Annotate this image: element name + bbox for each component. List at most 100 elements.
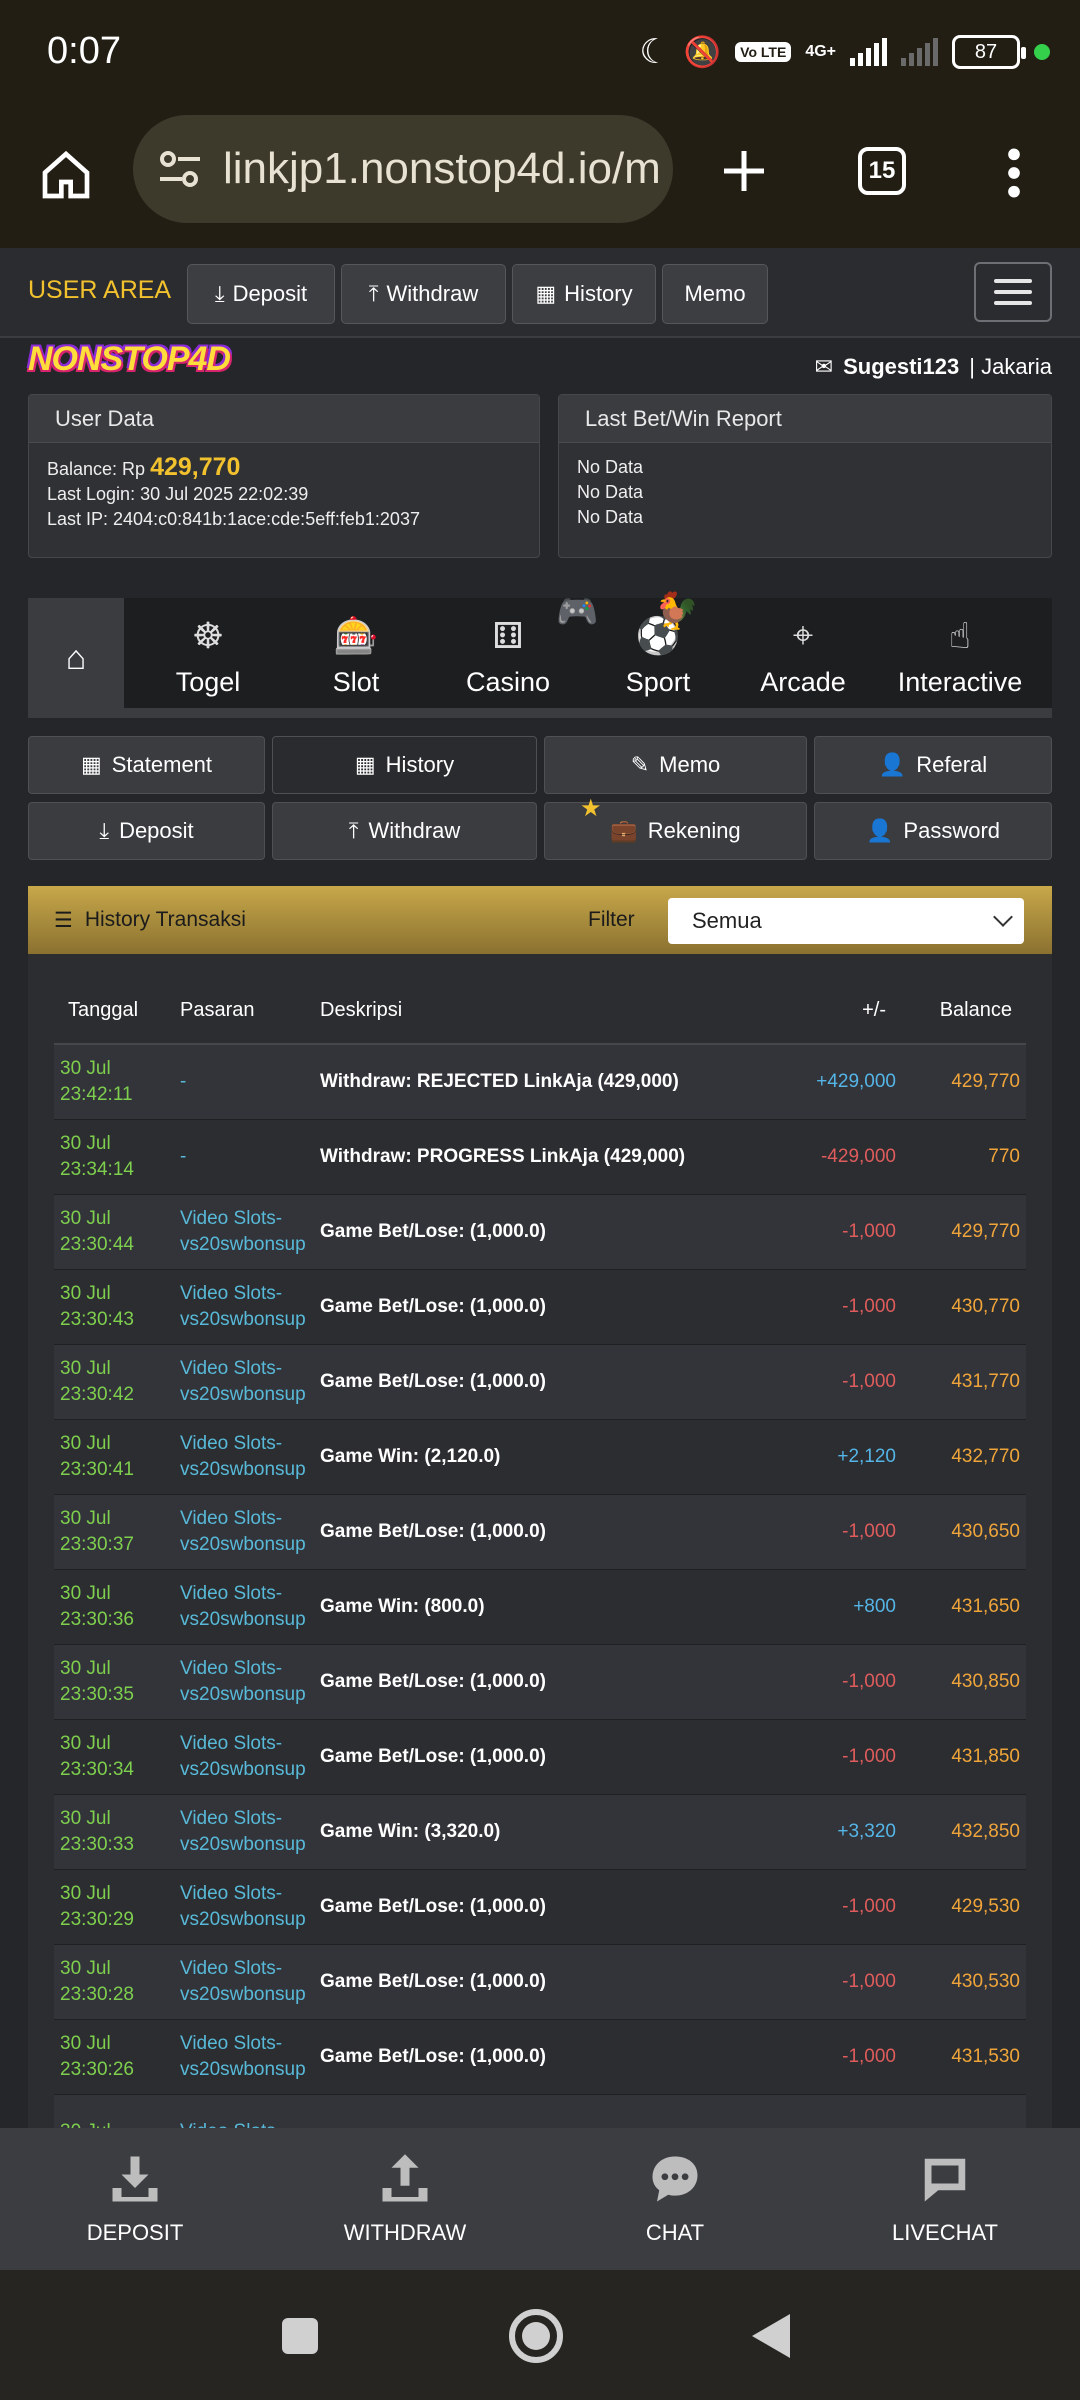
tab-switcher-button[interactable]: 15 xyxy=(858,147,906,195)
rooster-icon: 🐓 xyxy=(654,590,699,631)
pasaran-line2: vs20swbonsup xyxy=(180,1383,306,1405)
cell-description: Game Bet/Lose: (1,000.0) xyxy=(320,1869,770,1945)
cell-pasaran: - xyxy=(180,1044,320,1120)
nonstop4d-logo[interactable]: NONSTOP4D xyxy=(28,340,231,379)
cell-pasaran: Video Slots-vs20swbonsup xyxy=(180,2019,320,2095)
status-time: 0:07 xyxy=(47,30,121,72)
cell-pasaran: Video Slots-vs20swbonsup xyxy=(180,1719,320,1795)
menu-rekening-label: Rekening xyxy=(647,818,741,843)
more-options-icon[interactable] xyxy=(1000,145,1028,201)
menu-memo[interactable]: ✎ Memo xyxy=(544,736,807,794)
pasaran-line2: vs20swbonsup xyxy=(180,1608,306,1630)
dice-icon: ⚅ xyxy=(492,615,524,656)
envelope-icon[interactable]: ✉ xyxy=(815,354,833,380)
nav-history-button[interactable]: ▦ History xyxy=(512,264,656,324)
cell-pasaran: Video Slots-vs20swbonsup xyxy=(180,1494,320,1570)
status-icons: ☾ 🔕 Vo LTE 4G+ 87 xyxy=(639,30,1050,74)
date-time: 23:30:41 xyxy=(60,1458,134,1480)
menu-history[interactable]: ▦ History xyxy=(272,736,537,794)
col-plus-minus: +/- xyxy=(770,978,900,1045)
back-triangle-icon[interactable] xyxy=(750,2312,792,2360)
tab-interactive-label: Interactive xyxy=(897,667,1023,697)
nav-memo-button[interactable]: Memo xyxy=(662,264,768,324)
tab-home[interactable]: ⌂ xyxy=(28,598,124,718)
bottom-deposit-button[interactable]: DEPOSIT xyxy=(0,2128,270,2270)
balance-amount: 429,770 xyxy=(150,453,241,481)
bottom-withdraw-button[interactable]: WITHDRAW xyxy=(270,2128,540,2270)
cell-plus-minus: +3,320 xyxy=(770,1794,900,1870)
bottom-livechat-button[interactable]: LIVECHAT xyxy=(810,2128,1080,2270)
new-tab-plus-icon[interactable] xyxy=(720,147,768,195)
bottom-chat-button[interactable]: CHAT xyxy=(540,2128,810,2270)
hamburger-menu-button[interactable] xyxy=(974,262,1052,322)
menu-referal[interactable]: 👤 Referal xyxy=(814,736,1052,794)
pasaran-line1: Video Slots- xyxy=(180,1807,283,1829)
home-circle-icon[interactable] xyxy=(508,2308,564,2364)
nav-withdraw-button[interactable]: ⤒ Withdraw xyxy=(341,264,506,324)
tab-togel[interactable]: ☸ Togel xyxy=(148,598,268,718)
calendar-icon: ▦ xyxy=(535,281,557,306)
cell-balance: 430,650 xyxy=(900,1494,1026,1570)
table-row: 30 Jul 23:30:37 Video Slots-vs20swbonsup Ga… xyxy=(54,1494,1026,1570)
menu-withdraw[interactable]: ⤒ Withdraw xyxy=(272,802,537,860)
cell-date: 30 Jul 23:30:29 xyxy=(54,1869,180,1945)
tab-interactive[interactable]: ☝ Interactive xyxy=(868,598,1052,718)
last-bet-report-panel: Last Bet/Win Report No Data No Data No D… xyxy=(558,394,1052,558)
cell-pasaran: Video Slots-vs20swbonsup xyxy=(180,1644,320,1720)
pasaran-line1: Video Slots- xyxy=(180,1357,283,1379)
cell-plus-minus: +800 xyxy=(770,1569,900,1645)
nav-memo-label: Memo xyxy=(684,281,746,306)
cell-plus-minus: -1,000 xyxy=(770,1194,900,1270)
cell-pasaran: Video Slots-vs20swbonsup xyxy=(180,1794,320,1870)
table-row: 30 Jul 23:30:26 Video Slots-vs20swbonsup Ga… xyxy=(54,2019,1026,2095)
col-pasaran: Pasaran xyxy=(180,978,320,1045)
date-time: 23:30:29 xyxy=(60,1908,134,1930)
tab-slot[interactable]: 🎰 Slot xyxy=(296,598,416,718)
date-day: 30 Jul xyxy=(60,1207,111,1229)
withdraw-icon: ⤒ xyxy=(368,281,379,306)
cell-balance: 432,770 xyxy=(900,1419,1026,1495)
pasaran-line1: - xyxy=(180,1070,187,1092)
site-settings-icon[interactable] xyxy=(155,149,205,189)
filter-select[interactable]: Semua xyxy=(668,898,1024,944)
game-category-tabs: ⌂ ☸ Togel 🎰 Slot ⚅ Casino ⚽ Sport 🎮 🐓 ⌖ Arcad… xyxy=(28,590,1052,718)
balance-label: Balance: Rp xyxy=(47,459,146,479)
menu-deposit[interactable]: ⤓ Deposit xyxy=(28,802,265,860)
pasaran-line2: vs20swbonsup xyxy=(180,2058,306,2080)
menu-statement[interactable]: ▦ Statement xyxy=(28,736,265,794)
withdraw-icon: ⤒ xyxy=(348,818,359,843)
date-day: 30 Jul xyxy=(60,1732,111,1754)
cell-pasaran: Video Slots-vs20swbonsup xyxy=(180,1194,320,1270)
user-area-label: USER AREA xyxy=(28,276,172,304)
cell-description: Game Bet/Lose: (1,000.0) xyxy=(320,1719,770,1795)
menu-deposit-label: Deposit xyxy=(119,818,194,843)
date-time: 23:30:43 xyxy=(60,1308,134,1330)
user-data-title: User Data xyxy=(29,395,539,443)
cell-date: 30 Jul xyxy=(54,2094,180,2128)
address-bar[interactable]: linkjp1.nonstop4d.io/m xyxy=(133,115,673,223)
cell-plus-minus: -1,000 xyxy=(770,1644,900,1720)
menu-password[interactable]: 👤 Password xyxy=(814,802,1052,860)
cell-description: Game Bet/Lose: (1,000.0) xyxy=(320,1269,770,1345)
slot-machine-icon: 🎰 xyxy=(333,615,379,656)
date-day: 30 Jul xyxy=(60,1282,111,1304)
livechat-bubble-icon xyxy=(924,2158,966,2202)
cell-balance: 431,850 xyxy=(900,1719,1026,1795)
cell-date: 30 Jul 23:30:33 xyxy=(54,1794,180,1870)
table-row: 30 Jul 23:34:14 - Withdraw: PROGRESS LinkAj… xyxy=(54,1119,1026,1195)
nav-deposit-button[interactable]: ⤓ Deposit xyxy=(187,264,335,324)
pasaran-line2: vs20swbonsup xyxy=(180,1683,306,1705)
recents-square-icon[interactable] xyxy=(280,2316,320,2356)
cell-description: Game Bet/Lose: (1,000.0) xyxy=(320,2019,770,2095)
cell-description: Game Bet/Lose: (1,000.0) xyxy=(320,1944,770,2020)
pasaran-line1: Video Slots- xyxy=(180,1507,283,1529)
date-day: 30 Jul xyxy=(60,1882,111,1904)
edit-icon: ✎ xyxy=(630,752,650,777)
tab-sport-label: Sport xyxy=(625,667,691,697)
tab-arcade[interactable]: ⌖ Arcade xyxy=(728,598,878,718)
filter-value: Semua xyxy=(692,908,762,933)
cell-pasaran: Video Slots-vs20swbonsup xyxy=(180,1944,320,2020)
date-time: 23:42:11 xyxy=(60,1083,133,1105)
home-icon[interactable] xyxy=(38,147,94,203)
col-balance: Balance xyxy=(900,978,1026,1045)
